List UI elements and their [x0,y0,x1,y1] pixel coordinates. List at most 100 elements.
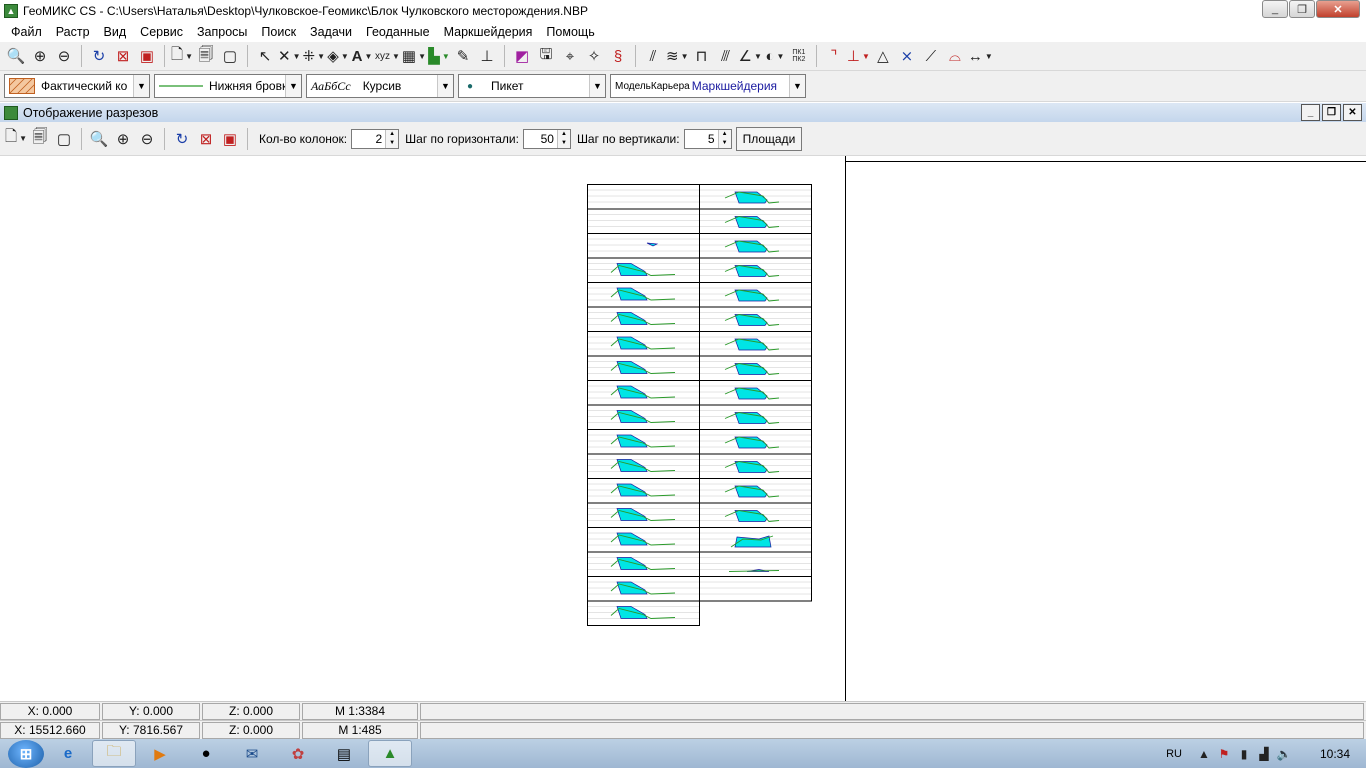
section-thumbnail[interactable] [699,429,812,455]
parallel-icon[interactable]: ⫽ [642,44,664,68]
menu-geodata[interactable]: Геоданные [359,22,437,42]
section-thumbnail[interactable] [699,502,812,528]
zoom-icon[interactable]: 🔍 [88,127,110,151]
chevron-down-icon[interactable]: ▼ [437,75,453,97]
doc-close-button[interactable]: ✕ [1343,104,1362,121]
chevron-down-icon[interactable]: ▼ [789,75,805,97]
hstep-value[interactable]: 50 [524,132,557,146]
menu-file[interactable]: Файл [4,22,49,42]
section-thumbnail[interactable] [587,184,700,210]
explore-icon[interactable]: ⌖ [559,44,581,68]
ie-icon[interactable]: e [46,740,90,767]
section-thumbnail[interactable] [699,233,812,259]
new-document-icon[interactable]: 🗋 ▼ [5,127,27,151]
section-thumbnail[interactable] [587,576,700,602]
areas-button[interactable]: Площади [735,126,803,151]
fill-icon[interactable]: ◈ ▼ [327,44,349,68]
section-thumbnail[interactable] [587,257,700,283]
power-icon[interactable]: ▮ [1234,747,1254,761]
cross-sections-view[interactable] [0,156,845,701]
volume-icon[interactable]: 🔈 [1274,747,1294,761]
menu-help[interactable]: Помощь [539,22,601,42]
curve-icon[interactable]: § [607,44,629,68]
zoom-out-icon[interactable]: ⊖ [136,127,158,151]
pane-divider[interactable] [845,156,846,701]
section-thumbnail[interactable] [587,208,700,234]
section-thumbnail[interactable] [587,233,700,259]
section-thumbnail[interactable] [699,208,812,234]
slope-icon[interactable]: ≋ ▼ [666,44,689,68]
section-thumbnail[interactable] [587,380,700,406]
zoom-extents-icon[interactable]: ▣ [136,44,158,68]
fill-style-combo[interactable]: Фактический ко ▼ [4,74,150,98]
cone-icon[interactable]: ⌓ [944,44,966,68]
section-thumbnail[interactable] [587,331,700,357]
menu-survey[interactable]: Маркшейдерия [437,22,540,42]
section-thumbnail[interactable] [587,600,700,626]
network-icon[interactable]: ▟ [1254,747,1274,761]
perpendicular-icon[interactable]: ⊥ ▼ [847,44,870,68]
hstep-spinner[interactable]: 50 ▲ ▼ [522,128,571,149]
text-icon[interactable]: A ▼ [351,44,373,68]
section-thumbnail[interactable] [587,502,700,528]
corner-icon[interactable]: ⌝ [823,44,845,68]
frame-icon[interactable]: ▢ [53,127,75,151]
section-thumbnail[interactable] [587,404,700,430]
spinner-arrows-icon[interactable]: ▲ ▼ [717,129,731,148]
point-style-combo[interactable]: ● Пикет ▼ [458,74,606,98]
mail-icon[interactable]: ✉ [230,740,274,767]
section-thumbnail[interactable] [699,355,812,381]
menu-search[interactable]: Поиск [254,22,303,42]
refresh-icon[interactable]: ↻ [88,44,110,68]
section-thumbnail[interactable] [587,527,700,553]
triangle-icon[interactable]: △ [872,44,894,68]
columns-spinner[interactable]: 2 ▲ ▼ [351,128,400,149]
new-document-icon[interactable]: 🗋 ▼ [171,44,193,68]
section-thumbnail[interactable] [699,380,812,406]
section-thumbnail[interactable] [587,355,700,381]
language-indicator[interactable]: RU [1166,748,1182,760]
bench-icon[interactable]: ⊓ [691,44,713,68]
points-icon[interactable]: ⁜ ▼ [303,44,326,68]
save-layer-icon[interactable]: 🖫 [535,44,557,68]
section-thumbnail[interactable] [699,576,812,602]
vstep-value[interactable]: 5 [685,132,718,146]
section-thumbnail[interactable] [587,453,700,479]
intersect-icon[interactable]: ⨯ [896,44,918,68]
section-thumbnail[interactable] [699,184,812,210]
section-thumbnail[interactable] [699,257,812,283]
paint-icon[interactable]: ✿ [276,740,320,767]
clock[interactable]: 10:34 [1304,747,1366,761]
refresh-icon[interactable]: ↻ [171,127,193,151]
zoom-in-icon[interactable]: ⊕ [112,127,134,151]
section-thumbnail[interactable] [699,282,812,308]
zoom-icon[interactable]: 🔍 [5,44,27,68]
sparkle-icon[interactable]: ✧ [583,44,605,68]
section-thumbnail[interactable] [699,453,812,479]
section-thumbnail[interactable] [699,331,812,357]
angle-icon[interactable]: ∠ ▼ [739,44,762,68]
section-thumbnail[interactable] [699,306,812,332]
coordinates-icon[interactable]: xyz ▼ [375,44,400,68]
draw-line-icon[interactable]: ✕ ▼ [278,44,301,68]
pipette-icon[interactable]: ✎ [452,44,474,68]
chevron-down-icon[interactable]: ▼ [589,75,605,97]
zoom-window-icon[interactable]: ⊠ [195,127,217,151]
section-thumbnail[interactable] [587,478,700,504]
restore-button[interactable]: ❐ [1289,0,1315,18]
explorer-icon[interactable]: 🗀 [92,740,136,767]
chevron-down-icon[interactable]: ▼ [133,75,149,97]
menu-raster[interactable]: Растр [49,22,97,42]
zoom-out-icon[interactable]: ⊖ [53,44,75,68]
action-center-icon[interactable]: ⚑ [1214,747,1234,761]
vstep-spinner[interactable]: 5 ▲ ▼ [683,128,732,149]
measure-icon[interactable]: ⊥ [476,44,498,68]
chart-icon[interactable]: ▙ ▼ [428,44,450,68]
zoom-extents-icon[interactable]: ▣ [219,127,241,151]
calculator-icon[interactable]: ▤ [322,740,366,767]
media-player-icon[interactable]: ▶ [138,740,182,767]
columns-value[interactable]: 2 [352,132,385,146]
model-combo[interactable]: МодельКарьера Маркшейдерия ▼ [610,74,806,98]
font-style-combo[interactable]: АаБбСс Курсив ▼ [306,74,454,98]
table-icon[interactable]: ▦ ▼ [402,44,426,68]
